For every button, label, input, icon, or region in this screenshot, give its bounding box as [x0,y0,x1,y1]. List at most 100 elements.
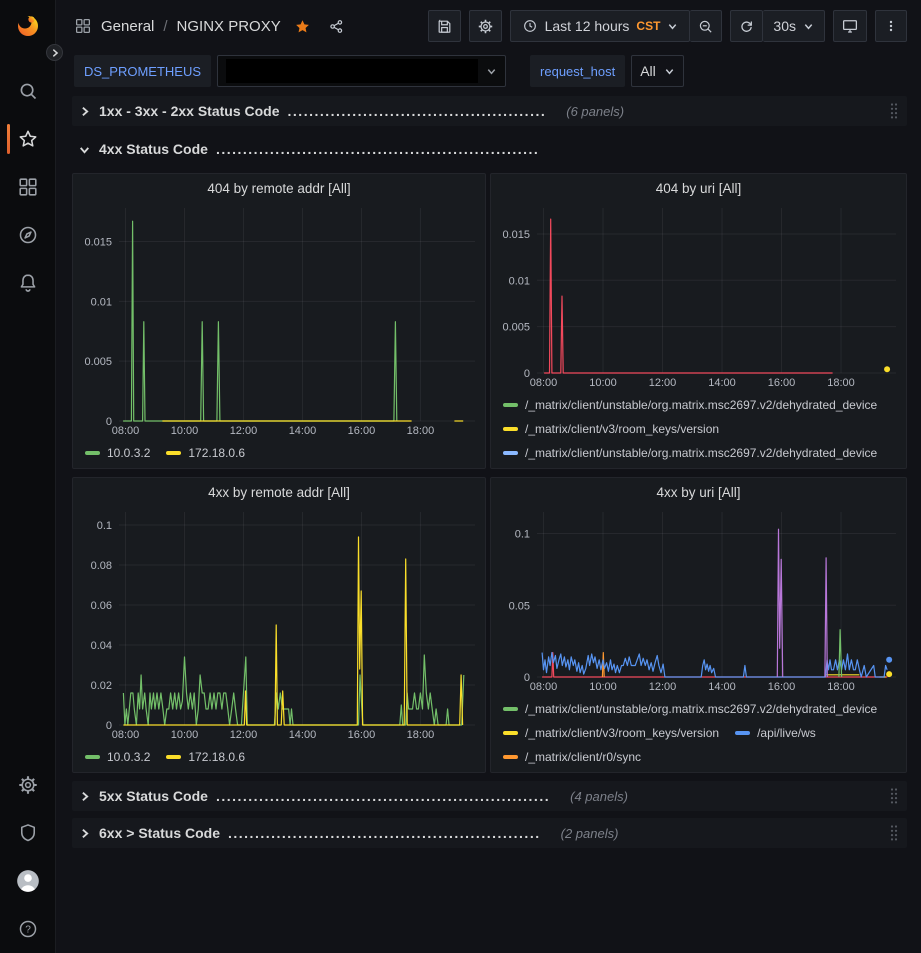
monitor-icon [841,17,859,35]
legend-item[interactable]: /_matrix/client/unstable/org.matrix.msc2… [503,698,877,720]
legend-label: /_matrix/client/unstable/org.matrix.msc2… [525,442,877,464]
row-title[interactable]: 5xx Status Code [99,788,208,804]
legend-item[interactable]: 10.0.3.2 [85,442,150,464]
save-icon [436,18,453,35]
sidebar-item-explore[interactable] [0,224,56,246]
refresh-interval-picker[interactable]: 30s [763,10,825,42]
panel-title[interactable]: 4xx by uri [All] [491,478,906,506]
row-title[interactable]: 4xx Status Code [99,141,208,157]
series-line [544,219,833,373]
sidebar-expand-button[interactable] [46,44,63,61]
row-1xx-3xx-2xx[interactable]: 1xx - 3xx - 2xx Status Code ............… [72,96,907,126]
x-tick-label: 10:00 [589,377,617,389]
dashboard-title[interactable]: NGINX PROXY [177,18,281,35]
legend-item[interactable]: 172.18.0.6 [166,442,245,464]
panel-legend: /_matrix/client/unstable/org.matrix.msc2… [491,694,906,773]
legend-swatch [503,707,518,711]
sidebar-item-alerting[interactable] [0,272,56,294]
x-tick-label: 10:00 [171,425,199,437]
chevron-down-icon [803,21,814,32]
row-drag-handle[interactable] [889,824,899,842]
legend-item[interactable]: /_matrix/client/r0/sync [503,746,641,768]
star-filled-icon [294,18,311,35]
legend-item[interactable]: /_matrix/client/unstable/org.matrix.msc2… [503,394,877,416]
time-series-chart[interactable]: 08:0010:0012:0014:0016:0018:0000.020.040… [73,506,485,742]
toolbar-actions: Last 12 hours CST [428,10,907,42]
share-button[interactable] [328,18,345,35]
y-tick-label: 0.01 [91,296,112,308]
panel-plot-area[interactable]: 08:0010:0012:0014:0016:0018:0000.0050.01… [491,202,906,390]
y-tick-label: 0 [524,672,530,684]
panel-title[interactable]: 404 by uri [All] [491,174,906,202]
sidebar-item-profile[interactable] [0,870,56,892]
row-title[interactable]: 1xx - 3xx - 2xx Status Code [99,103,280,119]
legend-item[interactable]: 10.0.3.2 [85,746,150,768]
x-tick-label: 08:00 [112,729,140,741]
panel-grid: 404 by remote addr [All] 08:0010:0012:00… [72,173,907,773]
sidebar-item-starred[interactable] [0,128,56,150]
row-title-dots: ........................................… [288,103,547,119]
grafana-logo-icon [15,12,41,38]
series-point [886,657,892,663]
save-dashboard-button[interactable] [428,10,461,42]
top-navigation: General / NGINX PROXY [56,0,921,52]
sidebar-item-help[interactable]: ? [0,918,56,940]
legend-item[interactable]: /_matrix/client/v3/room_keys/version [503,722,719,744]
time-series-chart[interactable]: 08:0010:0012:0014:0016:0018:0000.0050.01… [491,202,906,390]
time-range-label: Last 12 hours [545,18,630,34]
zoom-out-time-button[interactable] [690,10,722,42]
refresh-button[interactable] [730,10,763,42]
legend-item[interactable]: /api/live/ws [735,722,816,744]
panel-plot-area[interactable]: 08:0010:0012:0014:0016:0018:0000.020.040… [73,506,485,742]
variable-request-host: request_host All [530,55,684,87]
svg-text:?: ? [25,925,31,936]
y-tick-label: 0.05 [509,600,530,612]
breadcrumb: General / NGINX PROXY [74,17,345,35]
panel-title[interactable]: 404 by remote addr [All] [73,174,485,202]
legend-label: /sw.js [757,466,786,469]
time-controls: Last 12 hours CST [510,10,723,42]
y-tick-label: 0.02 [91,680,112,692]
row-5xx[interactable]: 5xx Status Code ........................… [72,781,907,811]
x-tick-label: 18:00 [407,425,435,437]
kebab-menu-button[interactable] [875,10,907,42]
favorite-star-button[interactable] [294,18,311,35]
time-range-picker[interactable]: Last 12 hours CST [510,10,691,42]
panel-plot-area[interactable]: 08:0010:0012:0014:0016:0018:0000.050.1 [491,506,906,694]
row-panel-count: (4 panels) [570,789,628,804]
kebab-menu-icon [883,17,899,35]
grafana-logo[interactable] [15,12,41,38]
legend-item[interactable]: /sw.js [735,466,786,469]
time-series-chart[interactable]: 08:0010:0012:0014:0016:0018:0000.050.1 [491,506,906,694]
row-6xx[interactable]: 6xx > Status Code ......................… [72,818,907,848]
sidebar-item-configuration[interactable] [0,774,56,796]
sidebar-item-dashboards[interactable] [0,176,56,198]
legend-label: /_matrix/client/unstable/org.matrix.msc2… [525,394,877,416]
row-title[interactable]: 6xx > Status Code [99,825,220,841]
legend-item[interactable]: 172.18.0.6 [166,746,245,768]
legend-item[interactable]: /_matrix/client/v3/room_keys/version [503,466,719,469]
panel-plot-area[interactable]: 08:0010:0012:0014:0016:0018:0000.0050.01… [73,202,485,438]
legend-item[interactable]: /_matrix/client/v3/room_keys/version [503,418,719,440]
legend-item[interactable]: /_matrix/client/unstable/org.matrix.msc2… [503,442,877,464]
row-4xx[interactable]: 4xx Status Code ........................… [72,134,907,164]
sidebar: ? [0,0,56,953]
zoom-out-icon [697,18,714,35]
x-tick-label: 10:00 [589,681,617,693]
variable-value-dropdown[interactable]: All [631,55,684,87]
legend-item[interactable]: /_matrix/client/unstable/org.matrix.msc2… [503,770,877,773]
variable-value-dropdown[interactable] [217,55,506,87]
panel-title[interactable]: 4xx by remote addr [All] [73,478,485,506]
drag-handle-icon [889,824,899,842]
legend-swatch [503,427,518,431]
sidebar-item-server-admin[interactable] [0,822,56,844]
tv-mode-button[interactable] [833,10,867,42]
dashboard-settings-button[interactable] [469,10,502,42]
row-drag-handle[interactable] [889,102,899,120]
row-drag-handle[interactable] [889,787,899,805]
time-series-chart[interactable]: 08:0010:0012:0014:0016:0018:0000.0050.01… [73,202,485,438]
drag-handle-icon [889,787,899,805]
breadcrumb-folder[interactable]: General [101,18,154,35]
sidebar-item-search[interactable] [0,80,56,102]
y-tick-label: 0 [106,416,112,428]
